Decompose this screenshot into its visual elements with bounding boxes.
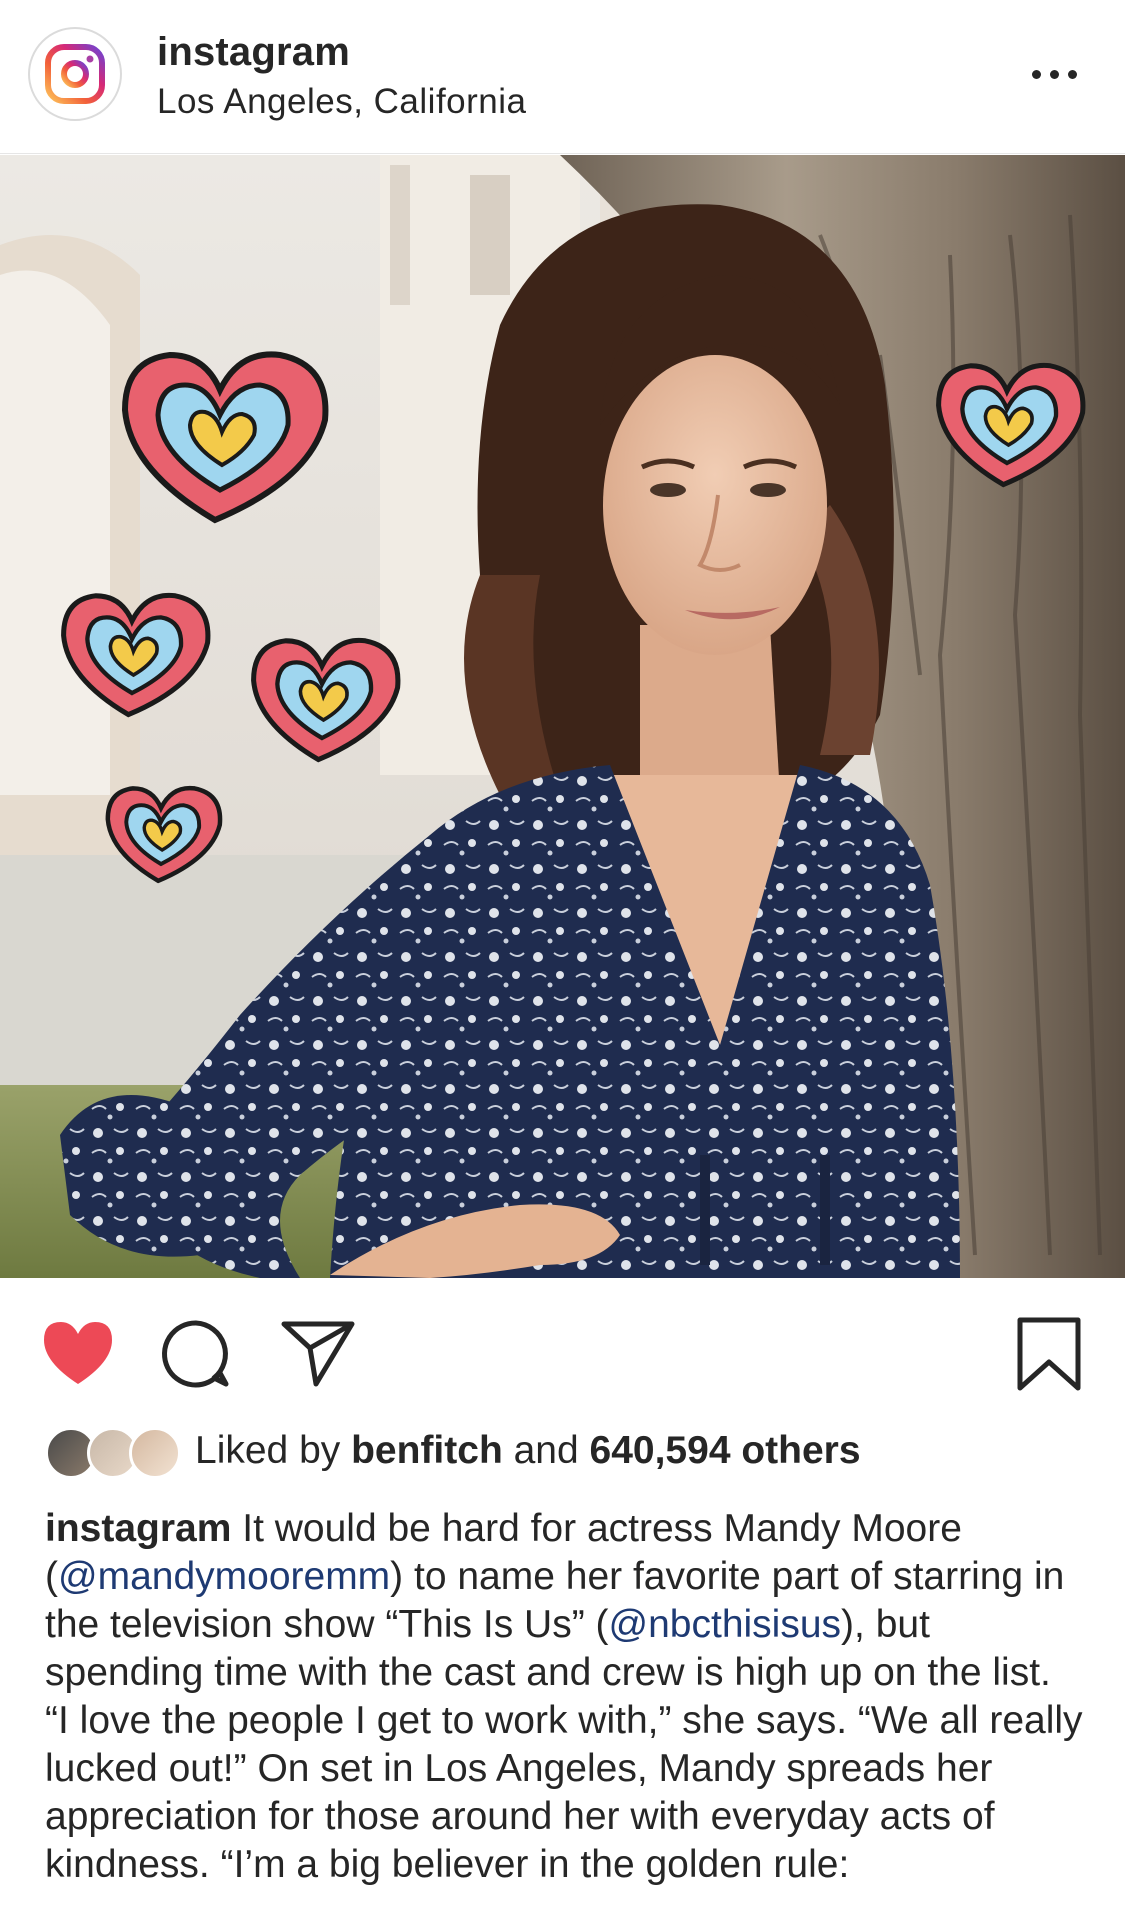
likes-middle: and	[502, 1429, 590, 1472]
likes-summary: Liked by benfitch and 640,594 others	[45, 1425, 1105, 1481]
bookmark-icon[interactable]	[1016, 1316, 1082, 1397]
likes-prefix: Liked by	[195, 1429, 352, 1472]
more-dot	[1032, 69, 1041, 79]
liker-avatar[interactable]	[129, 1427, 181, 1479]
account-avatar[interactable]	[28, 27, 122, 121]
heart-filled-icon[interactable]	[40, 1318, 116, 1393]
post-header: instagram Los Angeles, California	[0, 0, 1125, 154]
caption-author[interactable]: instagram	[45, 1507, 231, 1550]
more-dot	[1068, 69, 1077, 79]
post-photo[interactable]	[0, 155, 1125, 1278]
liked-by-user[interactable]: benfitch	[351, 1429, 503, 1472]
likes-count[interactable]: 640,594 others	[590, 1429, 861, 1472]
comment-icon[interactable]	[160, 1318, 232, 1395]
account-name[interactable]: instagram	[157, 30, 350, 75]
mention-link[interactable]: @nbcthisisus	[609, 1603, 842, 1646]
caption-clip	[0, 1890, 1125, 1914]
post-caption: instagram It would be hard for actress M…	[45, 1505, 1085, 1889]
more-dot	[1050, 69, 1059, 79]
more-horizontal-icon[interactable]	[1032, 64, 1088, 84]
paper-plane-icon[interactable]	[280, 1318, 356, 1395]
instagram-logo-icon	[45, 44, 105, 104]
likes-text[interactable]: Liked by benfitch and 640,594 others	[195, 1429, 861, 1473]
post-action-bar	[0, 1290, 1125, 1410]
post-location[interactable]: Los Angeles, California	[157, 82, 527, 122]
mention-link[interactable]: @mandymooremm	[58, 1555, 390, 1598]
